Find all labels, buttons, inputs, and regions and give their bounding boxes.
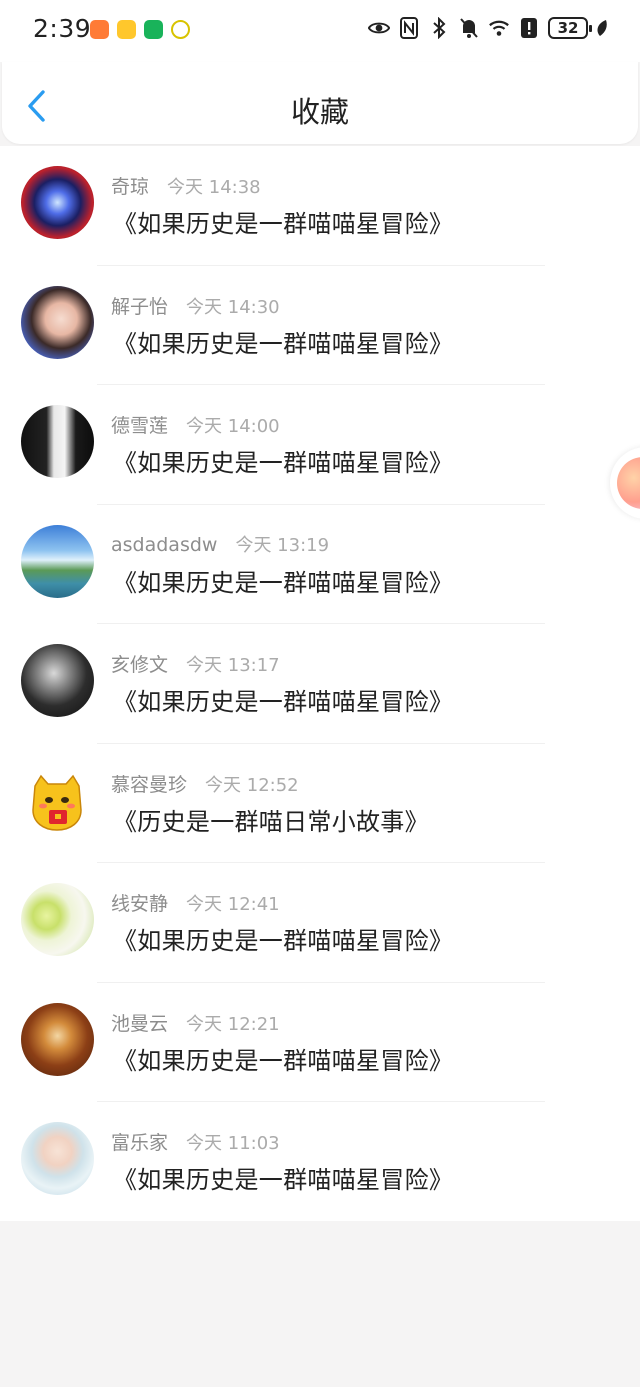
item-meta: 德雪莲 今天 14:00: [111, 411, 280, 438]
timestamp: 今天 13:19: [235, 534, 330, 556]
favorites-list: 奇琼 今天 14:38 《如果历史是一群喵喵星冒险》 解子怡 今天 14:30 …: [0, 146, 640, 1221]
item-meta: 线安静 今天 12:41: [111, 889, 280, 916]
timestamp: 今天 11:03: [186, 1133, 280, 1154]
timestamp: 今天 13:17: [186, 655, 280, 676]
book-title[interactable]: 《如果历史是一群喵喵星冒险》: [113, 204, 453, 239]
list-item[interactable]: 线安静 今天 12:41 《如果历史是一群喵喵星冒险》: [0, 863, 640, 983]
list-item[interactable]: 慕容曼珍 今天 12:52 《历史是一群喵日常小故事》: [0, 744, 640, 863]
avatar[interactable]: [21, 285, 94, 359]
item-meta: asdadasdw 今天 13:19: [111, 531, 329, 557]
avatar[interactable]: [21, 763, 94, 837]
book-title[interactable]: 《如果历史是一群喵喵星冒险》: [113, 563, 453, 598]
item-meta: 亥修文 今天 13:17: [111, 650, 280, 677]
item-meta: 富乐家 今天 11:03: [111, 1128, 280, 1155]
item-meta: 奇琼 今天 14:38: [111, 172, 261, 199]
wifi-icon: [488, 17, 510, 39]
user-name: 慕容曼珍: [111, 773, 188, 796]
item-meta: 池曼云 今天 12:21: [111, 1009, 280, 1036]
list-item[interactable]: 解子怡 今天 14:30 《如果历史是一群喵喵星冒险》: [0, 266, 640, 385]
bluetooth-icon: [428, 17, 450, 39]
user-name: asdadasdw: [111, 533, 218, 556]
leaf-icon: [596, 17, 608, 39]
item-meta: 解子怡 今天 14:30: [111, 292, 280, 319]
list-item[interactable]: 富乐家 今天 11:03 《如果历史是一群喵喵星冒险》: [0, 1102, 640, 1222]
avatar[interactable]: [21, 644, 94, 717]
timestamp: 今天 14:00: [186, 416, 280, 437]
list-item[interactable]: 池曼云 今天 12:21 《如果历史是一群喵喵星冒险》: [0, 983, 640, 1102]
app-notification-icon: [117, 20, 136, 39]
list-item[interactable]: asdadasdw 今天 13:19 《如果历史是一群喵喵星冒险》: [0, 505, 640, 624]
book-title[interactable]: 《如果历史是一群喵喵星冒险》: [113, 682, 453, 717]
book-title[interactable]: 《如果历史是一群喵喵星冒险》: [113, 443, 453, 478]
timestamp: 今天 14:38: [167, 177, 261, 198]
timestamp: 今天 14:30: [186, 296, 280, 318]
avatar[interactable]: [21, 405, 94, 478]
app-notification-icon: [90, 20, 109, 39]
app-notification-icon: [171, 20, 190, 39]
user-name: 线安静: [111, 893, 169, 915]
app-notification-icon: [144, 20, 163, 39]
list-item[interactable]: 德雪莲 今天 14:00 《如果历史是一群喵喵星冒险》: [0, 385, 640, 505]
user-name: 亥修文: [111, 654, 169, 676]
user-name: 解子怡: [111, 295, 169, 318]
book-title[interactable]: 《历史是一群喵日常小故事》: [113, 802, 429, 837]
timestamp: 今天 12:41: [186, 894, 280, 915]
user-name: 奇琼: [111, 176, 150, 198]
status-bar: 2:39 32: [0, 0, 640, 62]
eye-icon: [368, 17, 390, 39]
list-item[interactable]: 奇琼 今天 14:38 《如果历史是一群喵喵星冒险》: [0, 146, 640, 266]
avatar[interactable]: [21, 1122, 94, 1195]
page-title: 收藏: [290, 95, 349, 129]
nfc-icon: [398, 17, 420, 39]
notification-icons: [90, 20, 190, 39]
alert-icon: [518, 17, 540, 39]
book-title[interactable]: 《如果历史是一群喵喵星冒险》: [113, 1041, 453, 1076]
avatar[interactable]: [21, 524, 94, 598]
book-title[interactable]: 《如果历史是一群喵喵星冒险》: [113, 324, 453, 359]
timestamp: 今天 12:21: [186, 1013, 280, 1035]
avatar[interactable]: [21, 1002, 94, 1076]
cat-mascot-icon: [27, 767, 83, 831]
gift-icon: [617, 457, 640, 509]
avatar[interactable]: [21, 166, 94, 239]
user-name: 池曼云: [111, 1012, 169, 1035]
bell-off-icon: [458, 17, 480, 39]
user-name: 德雪莲: [111, 415, 169, 437]
item-meta: 慕容曼珍 今天 12:52: [111, 770, 299, 797]
status-icons: 32: [368, 17, 608, 39]
book-title[interactable]: 《如果历史是一群喵喵星冒险》: [113, 1160, 453, 1195]
user-name: 富乐家: [111, 1132, 169, 1154]
favorites-screen: 2:39 32 收藏 奇琼 今天 14:38 《如果历史是一群喵喵星冒险》 解子…: [0, 0, 640, 1387]
avatar[interactable]: [21, 883, 94, 956]
status-time: 2:39: [33, 14, 92, 43]
nav-header: 收藏: [2, 62, 638, 144]
book-title[interactable]: 《如果历史是一群喵喵星冒险》: [113, 921, 453, 956]
timestamp: 今天 12:52: [205, 774, 299, 796]
list-item[interactable]: 亥修文 今天 13:17 《如果历史是一群喵喵星冒险》: [0, 624, 640, 744]
battery-indicator: 32: [548, 17, 592, 39]
